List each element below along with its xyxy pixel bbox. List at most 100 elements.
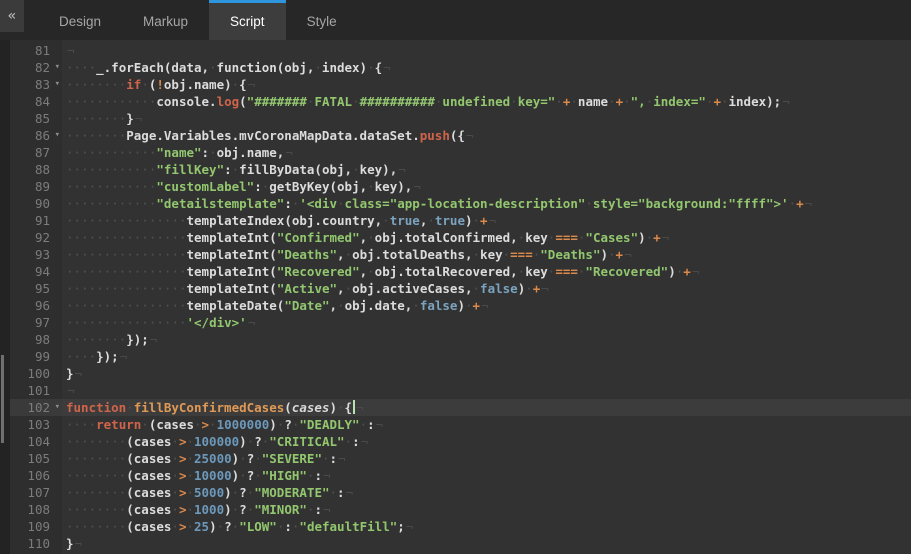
tab-style[interactable]: Style <box>286 0 358 40</box>
code-editor[interactable]: 81¬82▾····_.forEach(data,·function(obj,·… <box>0 40 911 554</box>
code-line[interactable]: 102▾function·fillByConfirmedCases(cases)… <box>0 399 911 416</box>
space-dot: · <box>74 111 82 126</box>
space-dot: · <box>307 94 315 109</box>
collapse-panel-button[interactable]: « <box>0 0 24 32</box>
code-line-text[interactable]: ················templateInt("Recovered",… <box>62 263 911 280</box>
code-line[interactable]: 89············"customLabel":·getByKey(ob… <box>0 178 911 195</box>
code-line-text[interactable]: ¬ <box>62 42 911 59</box>
code-line-text[interactable]: ········});¬ <box>62 331 911 348</box>
code-line[interactable]: 83▾········if·(!obj.name)·{¬ <box>0 76 911 93</box>
code-line[interactable]: 87············"name":·obj.name,¬ <box>0 144 911 161</box>
code-line[interactable]: 84············console.log("#######·FATAL… <box>0 93 911 110</box>
line-number: 95 <box>10 280 62 297</box>
code-line[interactable]: 108········(cases·>·1000)·?·"MINOR"·:¬ <box>0 501 911 518</box>
space-dot: · <box>89 502 97 517</box>
code-line-text[interactable]: ····return·(cases·>·1000000)·?·"DEADLY"·… <box>62 416 911 433</box>
space-dot: · <box>337 400 345 415</box>
code-line[interactable]: 94················templateInt("Recovered… <box>0 263 911 280</box>
eol-marker: ¬ <box>805 196 813 211</box>
code-line[interactable]: 91················templateIndex(obj.coun… <box>0 212 911 229</box>
code-line[interactable]: 93················templateInt("Deaths",·… <box>0 246 911 263</box>
code-line[interactable]: 90············"detailstemplate":·'<div·c… <box>0 195 911 212</box>
code-line-text[interactable]: ········(cases·>·5000)·?·"MODERATE"·:¬ <box>62 484 911 501</box>
space-dot: · <box>337 196 345 211</box>
code-line-text[interactable]: ····_.forEach(data,·function(obj,·index)… <box>62 59 911 76</box>
code-line-text[interactable]: ¬ <box>62 382 911 399</box>
space-dot: · <box>96 468 104 483</box>
code-line-text[interactable]: ················'</div>'¬ <box>62 314 911 331</box>
tab-script[interactable]: Script <box>209 0 286 40</box>
code-line[interactable]: 100}¬ <box>0 365 911 382</box>
code-line[interactable]: 107········(cases·>·5000)·?·"MODERATE"·:… <box>0 484 911 501</box>
tab-markup[interactable]: Markup <box>122 0 209 40</box>
code-line-text[interactable]: ············console.log("#######·FATAL·#… <box>62 93 911 110</box>
code-line[interactable]: 82▾····_.forEach(data,·function(obj,·ind… <box>0 59 911 76</box>
code-line-text[interactable]: ················templateDate("Date",·obj… <box>62 297 911 314</box>
space-dot: · <box>74 247 82 262</box>
code-line[interactable]: 95················templateInt("Active",·… <box>0 280 911 297</box>
code-line[interactable]: 96················templateDate("Date",·o… <box>0 297 911 314</box>
space-dot: · <box>66 485 74 500</box>
space-dot: · <box>156 298 164 313</box>
code-line[interactable]: 81¬ <box>0 42 911 59</box>
code-line[interactable]: 98········});¬ <box>0 331 911 348</box>
space-dot: · <box>126 162 134 177</box>
code-line[interactable]: 86▾········Page.Variables.mvCoronaMapDat… <box>0 127 911 144</box>
code-line-text[interactable]: ············"customLabel":·getByKey(obj,… <box>62 178 911 195</box>
fold-arrow-icon[interactable]: ▾ <box>55 76 60 93</box>
space-dot: · <box>66 264 74 279</box>
code-line-text[interactable]: ········Page.Variables.mvCoronaMapData.d… <box>62 127 911 144</box>
code-line[interactable]: 92················templateInt("Confirmed… <box>0 229 911 246</box>
code-line[interactable]: 104········(cases·>·100000)·?·"CRITICAL"… <box>0 433 911 450</box>
code-line-text[interactable]: ············"fillKey":·fillByData(obj,·k… <box>62 161 911 178</box>
space-dot: · <box>435 94 443 109</box>
space-dot: · <box>171 485 179 500</box>
space-dot: · <box>74 128 82 143</box>
space-dot: · <box>74 519 82 534</box>
line-number: 102▾ <box>10 399 62 416</box>
code-line-text[interactable]: ········(cases·>·25000)·?·"SEVERE"·:¬ <box>62 450 911 467</box>
code-line[interactable]: 88············"fillKey":·fillByData(obj,… <box>0 161 911 178</box>
code-line-text[interactable]: ················templateIndex(obj.countr… <box>62 212 911 229</box>
code-line-text[interactable]: ········(cases·>·1000)·?·"MINOR"·:¬ <box>62 501 911 518</box>
code-line[interactable]: 85········}¬ <box>0 110 911 127</box>
line-number: 106 <box>10 467 62 484</box>
code-line-text[interactable]: ················templateInt("Active",·ob… <box>62 280 911 297</box>
code-line-text[interactable]: ················templateInt("Deaths",·ob… <box>62 246 911 263</box>
space-dot: · <box>194 417 202 432</box>
space-dot: · <box>307 502 315 517</box>
code-line[interactable]: 105········(cases·>·25000)·?·"SEVERE"·:¬ <box>0 450 911 467</box>
space-dot: · <box>186 451 194 466</box>
space-dot: · <box>89 519 97 534</box>
code-line-text[interactable]: }¬ <box>62 535 911 552</box>
code-line-text[interactable]: ············"name":·obj.name,¬ <box>62 144 911 161</box>
space-dot: · <box>111 451 119 466</box>
code-line[interactable]: 103····return·(cases·>·1000000)·?·"DEADL… <box>0 416 911 433</box>
fold-arrow-icon[interactable]: ▾ <box>55 127 60 144</box>
code-line[interactable]: 97················'</div>'¬ <box>0 314 911 331</box>
code-line-text[interactable]: }¬ <box>62 365 911 382</box>
code-line-text[interactable]: ········(cases·>·100000)·?·"CRITICAL"·:¬ <box>62 433 911 450</box>
code-line-text[interactable]: function·fillByConfirmedCases(cases)·{¬ <box>62 399 911 416</box>
space-dot: · <box>81 213 89 228</box>
code-line-text[interactable]: ········(cases·>·25)·?·"LOW"·:·"defaultF… <box>62 518 911 535</box>
space-dot: · <box>119 468 127 483</box>
code-line-text[interactable]: ····});¬ <box>62 348 911 365</box>
code-line[interactable]: 99····});¬ <box>0 348 911 365</box>
code-line[interactable]: 101¬ <box>0 382 911 399</box>
code-line[interactable]: 110}¬ <box>0 535 911 552</box>
fold-arrow-icon[interactable]: ▾ <box>55 399 60 416</box>
code-line[interactable]: 106········(cases·>·10000)·?·"HIGH"·:¬ <box>0 467 911 484</box>
code-line-text[interactable]: ········if·(!obj.name)·{¬ <box>62 76 911 93</box>
space-dot: · <box>171 451 179 466</box>
code-line-text[interactable]: ········}¬ <box>62 110 911 127</box>
eol-marker: ¬ <box>120 349 128 364</box>
code-line[interactable]: 109········(cases·>·25)·?·"LOW"·:·"defau… <box>0 518 911 535</box>
code-line-text[interactable]: ········(cases·>·10000)·?·"HIGH"·:¬ <box>62 467 911 484</box>
code-line-text[interactable]: ················templateInt("Confirmed",… <box>62 229 911 246</box>
space-dot: · <box>179 213 187 228</box>
tab-design[interactable]: Design <box>38 0 122 40</box>
line-number: 91 <box>10 212 62 229</box>
code-line-text[interactable]: ············"detailstemplate":·'<div·cla… <box>62 195 911 212</box>
fold-arrow-icon[interactable]: ▾ <box>55 59 60 76</box>
